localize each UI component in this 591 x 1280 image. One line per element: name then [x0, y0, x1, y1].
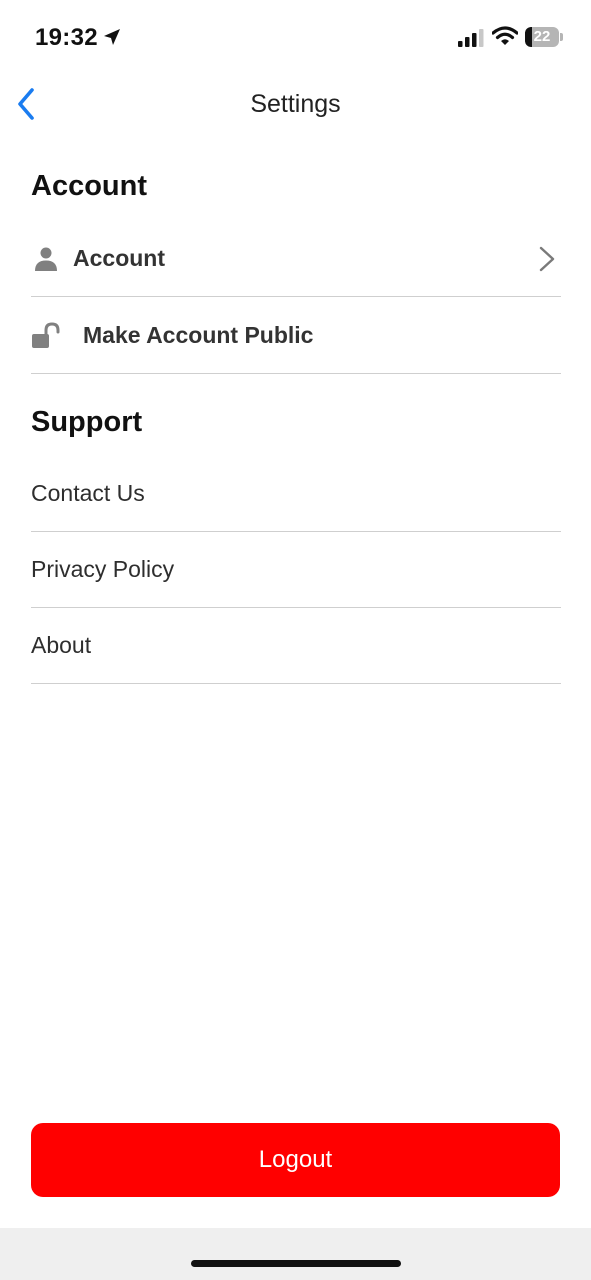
settings-row-make-account-public[interactable]: Make Account Public: [31, 298, 561, 374]
home-indicator-area: [0, 1228, 591, 1280]
settings-row-label: Privacy Policy: [31, 556, 175, 582]
settings-row-about[interactable]: About: [31, 608, 561, 684]
battery-cap: [560, 33, 563, 41]
settings-row-contact-us[interactable]: Contact Us: [31, 456, 561, 532]
logout-button-label: Logout: [258, 1146, 333, 1173]
settings-row-privacy-policy[interactable]: Privacy Policy: [31, 532, 561, 608]
battery-body: 22: [525, 27, 559, 47]
section-header-account: Account: [31, 170, 147, 202]
cellular-signal-icon: [458, 29, 484, 47]
wifi-icon: [492, 26, 518, 45]
unlocked-padlock-icon: [31, 321, 61, 350]
settings-row-account[interactable]: Account: [31, 221, 561, 297]
settings-row-label: Contact Us: [31, 480, 145, 506]
location-arrow-icon: [104, 29, 120, 45]
status-bar: 19:32 22: [0, 0, 591, 76]
page-title: Settings: [250, 90, 341, 118]
section-header-support: Support: [31, 406, 143, 438]
settings-row-label: About: [31, 632, 92, 658]
settings-row-label: Make Account Public: [83, 322, 314, 348]
home-indicator[interactable]: [191, 1260, 401, 1267]
status-time: 19:32: [35, 24, 98, 51]
person-icon: [31, 245, 61, 273]
battery-level: 22: [533, 28, 551, 45]
logout-button[interactable]: Logout: [31, 1123, 560, 1197]
settings-row-label: Account: [73, 245, 165, 271]
chevron-right-icon: [539, 246, 555, 272]
battery-icon: 22: [525, 27, 563, 47]
